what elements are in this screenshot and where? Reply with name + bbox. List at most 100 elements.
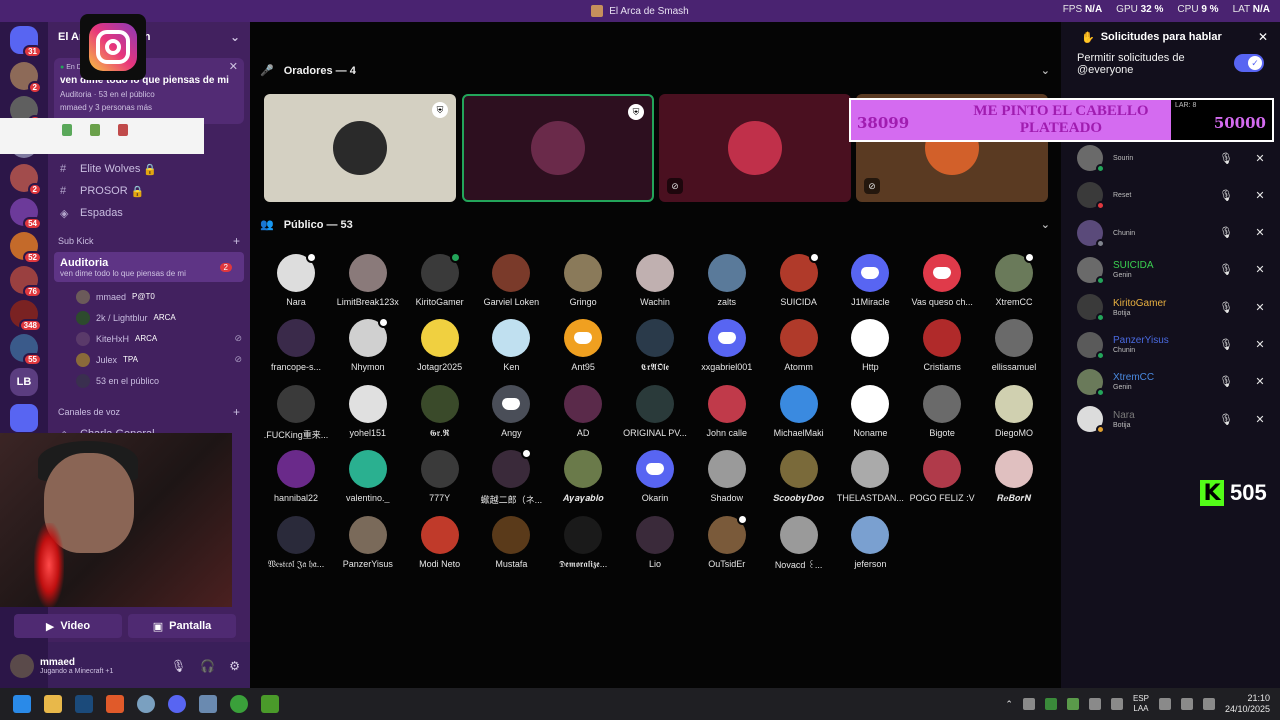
chevron-up-icon[interactable]: ⌃ [1005, 699, 1013, 710]
server-icon[interactable]: 54 [10, 198, 42, 230]
audience-member[interactable]: MichaelMaki [763, 384, 835, 438]
channel-elite-wolves[interactable]: # Elite Wolves 🔒 [48, 158, 250, 180]
dismiss-icon[interactable]: ✕ [1247, 145, 1273, 171]
voice-user[interactable]: 2k / Lightblur ARCA [48, 307, 250, 328]
audience-member[interactable]: Novacd ꒰... [763, 515, 835, 571]
dismiss-icon[interactable]: ✕ [1247, 294, 1273, 320]
file-explorer-icon[interactable] [44, 695, 62, 713]
avatar[interactable] [1077, 331, 1105, 360]
add-channel-icon[interactable]: + [233, 234, 240, 248]
screen-share-button[interactable]: ▣ Pantalla [128, 614, 236, 638]
audience-member[interactable]: OuTsidEr [691, 513, 763, 569]
video-button[interactable]: ▶ Video [14, 614, 122, 638]
invite-to-speak-icon[interactable]: 🎙 [1213, 294, 1239, 320]
audience-member[interactable]: Cristiams [906, 319, 978, 372]
dismiss-icon[interactable]: ✕ [1247, 182, 1273, 208]
invite-to-speak-icon[interactable]: 🎙 [1213, 182, 1239, 208]
audience-member[interactable]: francope-s... [260, 319, 332, 372]
audience-member[interactable]: Mustafa [475, 515, 547, 569]
audience-member[interactable]: DiegoMO [978, 384, 1050, 438]
onedrive-icon[interactable] [1022, 698, 1035, 710]
nvidia-icon[interactable] [1044, 698, 1057, 710]
invite-to-speak-icon[interactable]: 🎙 [1213, 257, 1239, 283]
audience-member[interactable]: 777Y [404, 450, 476, 503]
category-voice[interactable]: Canales de voz + [48, 391, 250, 423]
audience-member[interactable]: KiritoGamer [404, 252, 476, 307]
wifi-icon[interactable] [1180, 698, 1193, 710]
audience-member[interactable]: 𝕯𝖊𝖒𝖔𝖗𝖆𝖑𝖎𝖟𝖊... [547, 515, 619, 570]
audience-member[interactable]: Vas queso ch... [906, 254, 978, 307]
server-icon[interactable]: 52 [10, 232, 42, 264]
audience-member[interactable]: zalts [691, 254, 763, 307]
audience-member[interactable]: Angy [475, 384, 547, 438]
audience-member[interactable]: SUICIDA [763, 252, 835, 307]
server-header[interactable]: El Arca de Smash ⌄ [48, 22, 250, 52]
voice-user[interactable]: Julex TPA ⊘ [48, 349, 250, 370]
server-icon[interactable]: 2 [10, 62, 42, 94]
audience-member[interactable]: Jotagr2025 [404, 319, 476, 372]
invite-to-speak-icon[interactable]: 🎙 [1213, 145, 1239, 171]
audience-member[interactable]: xxgabriel001 [691, 319, 763, 372]
audience-member[interactable]: Shadow [691, 450, 763, 503]
avatar[interactable] [1077, 145, 1105, 173]
audience-member[interactable]: yohel151 [332, 384, 404, 438]
audience-member[interactable]: XtremCC [978, 252, 1050, 307]
audience-member[interactable]: 𝑺𝒄𝒐𝒐𝒃𝒚𝑫𝒐𝒐 [763, 450, 835, 504]
public-count[interactable]: 53 en el público [48, 370, 250, 391]
audience-member[interactable]: Atomm [763, 319, 835, 372]
audience-member[interactable]: jeferson [834, 515, 906, 569]
audience-member[interactable]: 蠍越二郎（ネ... [475, 448, 547, 506]
audience-member[interactable]: AD [547, 384, 619, 438]
audience-member[interactable]: LimitBreak123x [332, 254, 404, 307]
speakers-section[interactable]: 🎤 Oradores — 4 ⌄ [260, 64, 1050, 78]
mic-icon[interactable] [1110, 698, 1123, 710]
volume-icon[interactable] [1202, 698, 1215, 710]
headphones-icon[interactable]: 🎧 [200, 659, 215, 673]
audience-member[interactable]: ORIGINAL PV... [619, 384, 691, 438]
chevron-down-icon[interactable]: ⌄ [1041, 218, 1050, 231]
audience-member[interactable]: Nara [260, 252, 332, 307]
audience-member[interactable]: 𝕲𝖗.𝕽 [404, 384, 476, 439]
channel-auditoria[interactable]: Auditoria ven dime todo lo que piensas d… [54, 252, 244, 282]
steam-icon[interactable] [75, 695, 93, 713]
chevron-down-icon[interactable]: ⌄ [1041, 64, 1050, 77]
discord-icon[interactable] [168, 695, 186, 713]
server-lb[interactable]: LB [10, 368, 38, 396]
channel-espadas[interactable]: ◈ Espadas [48, 202, 250, 224]
avatar[interactable] [10, 654, 34, 678]
app-tray-icon[interactable] [1066, 698, 1079, 710]
dismiss-icon[interactable]: ✕ [1247, 369, 1273, 395]
brave-icon[interactable] [106, 695, 124, 713]
server-icon[interactable]: 55 [10, 334, 42, 366]
invite-to-speak-icon[interactable]: 🎙 [1213, 369, 1239, 395]
audience-member[interactable]: Bigote [906, 384, 978, 438]
dismiss-icon[interactable]: ✕ [1247, 332, 1273, 358]
voice-user[interactable]: KiteHxH ARCA ⊘ [48, 328, 250, 349]
avatar[interactable] [1077, 182, 1105, 211]
audience-member[interactable]: 𝑨𝒚𝒂𝒚𝒂𝒃𝒍𝒐 [547, 450, 619, 504]
avatar[interactable] [1077, 256, 1105, 285]
display-icon[interactable] [1158, 698, 1171, 710]
clock[interactable]: 21:10 24/10/2025 [1225, 693, 1270, 715]
language-indicator[interactable]: ESP LAA [1133, 694, 1149, 714]
add-channel-icon[interactable]: + [233, 405, 240, 419]
audience-member[interactable]: John calle [691, 384, 763, 438]
server-icon[interactable]: 76 [10, 266, 42, 298]
audience-member[interactable]: Okarin [619, 450, 691, 503]
microphone-icon[interactable]: 🎙 [171, 659, 186, 673]
calculator-icon[interactable] [199, 695, 217, 713]
audience-member[interactable]: THELASTDAN... [834, 450, 906, 503]
home-button[interactable]: 31 [10, 26, 42, 58]
audience-member[interactable]: Lio [619, 515, 691, 569]
audience-member[interactable]: Ant95 [547, 319, 619, 372]
speaker-tile[interactable]: ⊘ [659, 94, 851, 202]
dismiss-icon[interactable]: ✕ [1247, 406, 1273, 432]
speaker-tile[interactable]: ⛨ [264, 94, 456, 202]
invite-to-speak-icon[interactable]: 🎙 [1213, 332, 1239, 358]
gear-icon[interactable]: ⚙ [229, 659, 240, 673]
avatar[interactable] [1077, 368, 1105, 397]
audience-member[interactable]: 𝕮𝖗𝕬𝕺𝖑𝖊 [619, 319, 691, 373]
audience-member[interactable]: Noname [834, 384, 906, 438]
audience-member[interactable]: Ken [475, 319, 547, 372]
speaker-tile[interactable]: ⛨ [462, 94, 654, 202]
